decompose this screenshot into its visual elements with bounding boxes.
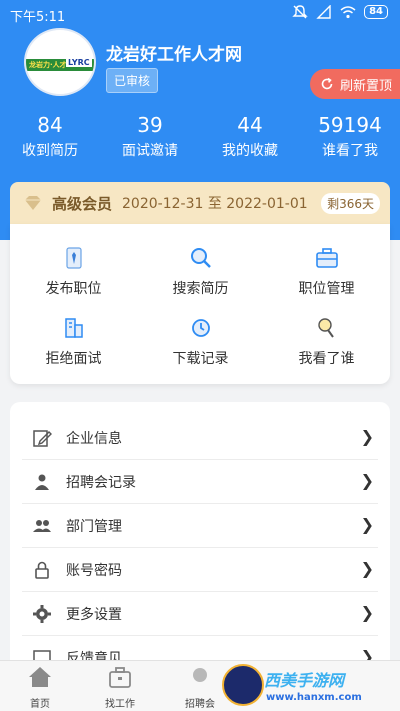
stat-interview-invites[interactable]: 39 面试邀请: [100, 112, 200, 160]
status-time: 下午5:11: [10, 10, 66, 25]
membership-title: 高级会员: [52, 194, 113, 213]
people-icon: [33, 519, 51, 532]
menu-item-job-fair-records[interactable]: 招聘会记录 ❯: [22, 460, 378, 504]
watermark-text: 西美手游网: [264, 671, 345, 690]
briefcase-icon: [109, 667, 131, 688]
edit-icon: [33, 429, 52, 447]
tab-label: 首页: [30, 699, 50, 710]
stat-who-viewed-me[interactable]: 59194 谁看了我: [300, 112, 400, 160]
watermark-url: www.hanxm.com: [266, 692, 362, 703]
menu-item-label: 企业信息: [66, 430, 122, 447]
wifi-icon: [340, 6, 356, 19]
action-label: 拒绝面试: [45, 351, 102, 367]
refresh-top-button[interactable]: 刷新置顶: [310, 69, 400, 99]
menu-item-company-info[interactable]: 企业信息 ❯: [22, 416, 378, 460]
stat-value: 44: [237, 113, 263, 137]
audit-status-badge: 已审核: [106, 68, 159, 93]
building-icon: [64, 318, 83, 338]
mute-bell-icon: [292, 5, 308, 19]
users-icon: [35, 474, 49, 490]
logo-text-right: LYRC: [66, 58, 92, 67]
stats-row: 84 收到简历 39 面试邀请 44 我的收藏 59194 谁看了我: [0, 112, 400, 160]
action-label: 搜索简历: [172, 281, 229, 297]
logo-text-left: 龙岩力·人才: [29, 61, 67, 69]
lamp-icon: [317, 318, 334, 338]
membership-remaining-badge: 剩366天: [321, 193, 380, 214]
menu-item-label: 账号密码: [66, 562, 122, 579]
action-label: 发布职位: [45, 281, 102, 297]
status-bar: 下午5:11 84: [0, 0, 400, 28]
stat-label: 我的收藏: [222, 143, 278, 159]
menu-item-label: 部门管理: [66, 518, 122, 535]
stat-resumes-received[interactable]: 84 收到简历: [0, 112, 100, 160]
briefcase-icon: [315, 248, 338, 268]
action-label: 下载记录: [172, 351, 229, 367]
gear-icon: [33, 604, 51, 623]
action-label: 职位管理: [298, 281, 355, 297]
post-job-icon: [65, 247, 82, 269]
tab-label: 找工作: [105, 699, 135, 710]
diamond-icon: [25, 196, 41, 210]
stat-value: 59194: [318, 113, 382, 137]
chevron-right-icon: ❯: [360, 515, 374, 534]
battery-indicator: 84: [364, 5, 388, 19]
search-icon: [190, 248, 211, 268]
stat-favorites[interactable]: 44 我的收藏: [200, 112, 300, 160]
chevron-right-icon: ❯: [360, 471, 374, 490]
refresh-label: 刷新置顶: [340, 78, 393, 94]
menu-item-department-management[interactable]: 部门管理 ❯: [22, 504, 378, 548]
chevron-right-icon: ❯: [360, 427, 374, 446]
action-who-i-viewed[interactable]: 我看了谁: [263, 316, 390, 368]
membership-bar[interactable]: 高级会员 2020-12-31 至 2022-01-01 剩366天: [10, 182, 390, 224]
refresh-icon: [321, 77, 333, 90]
menu-item-account-password[interactable]: 账号密码 ❯: [22, 548, 378, 592]
watermark-logo: [222, 664, 264, 706]
tab-home[interactable]: 首页: [0, 665, 80, 710]
stat-label: 面试邀请: [122, 143, 178, 159]
tab-find-job[interactable]: 找工作: [80, 665, 160, 710]
action-download-records[interactable]: 下载记录: [137, 316, 264, 368]
stat-value: 84: [37, 113, 63, 137]
membership-period: 2020-12-31 至 2022-01-01: [122, 196, 308, 212]
signal-icon: [316, 5, 331, 19]
stat-label: 谁看了我: [322, 143, 378, 159]
company-name: 龙岩好工作人才网: [106, 45, 242, 65]
chevron-right-icon: ❯: [360, 559, 374, 578]
stat-label: 收到简历: [22, 143, 78, 159]
menu-item-more-settings[interactable]: 更多设置 ❯: [22, 592, 378, 636]
lock-icon: [35, 561, 49, 579]
company-logo[interactable]: 龙岩力·人才 LYRC: [24, 28, 96, 96]
action-search-resume[interactable]: 搜索简历: [137, 246, 264, 298]
home-icon: [29, 667, 51, 687]
settings-menu: 企业信息 ❯ 招聘会记录 ❯ 部门管理 ❯ 账号密码 ❯ 更多设置 ❯ 反馈意见…: [10, 402, 390, 672]
chevron-right-icon: ❯: [360, 603, 374, 622]
action-label: 我看了谁: [298, 351, 355, 367]
clock-icon: [191, 319, 210, 337]
action-post-job[interactable]: 发布职位: [10, 246, 137, 298]
action-job-management[interactable]: 职位管理: [263, 246, 390, 298]
menu-item-label: 招聘会记录: [66, 474, 136, 491]
quick-actions-panel: 发布职位 搜索简历 职位管理 拒绝面试 下载记录 我看了谁: [10, 224, 390, 384]
action-reject-interview[interactable]: 拒绝面试: [10, 316, 137, 368]
fair-icon: [193, 668, 207, 682]
menu-item-label: 更多设置: [66, 606, 122, 623]
stat-value: 39: [137, 113, 163, 137]
